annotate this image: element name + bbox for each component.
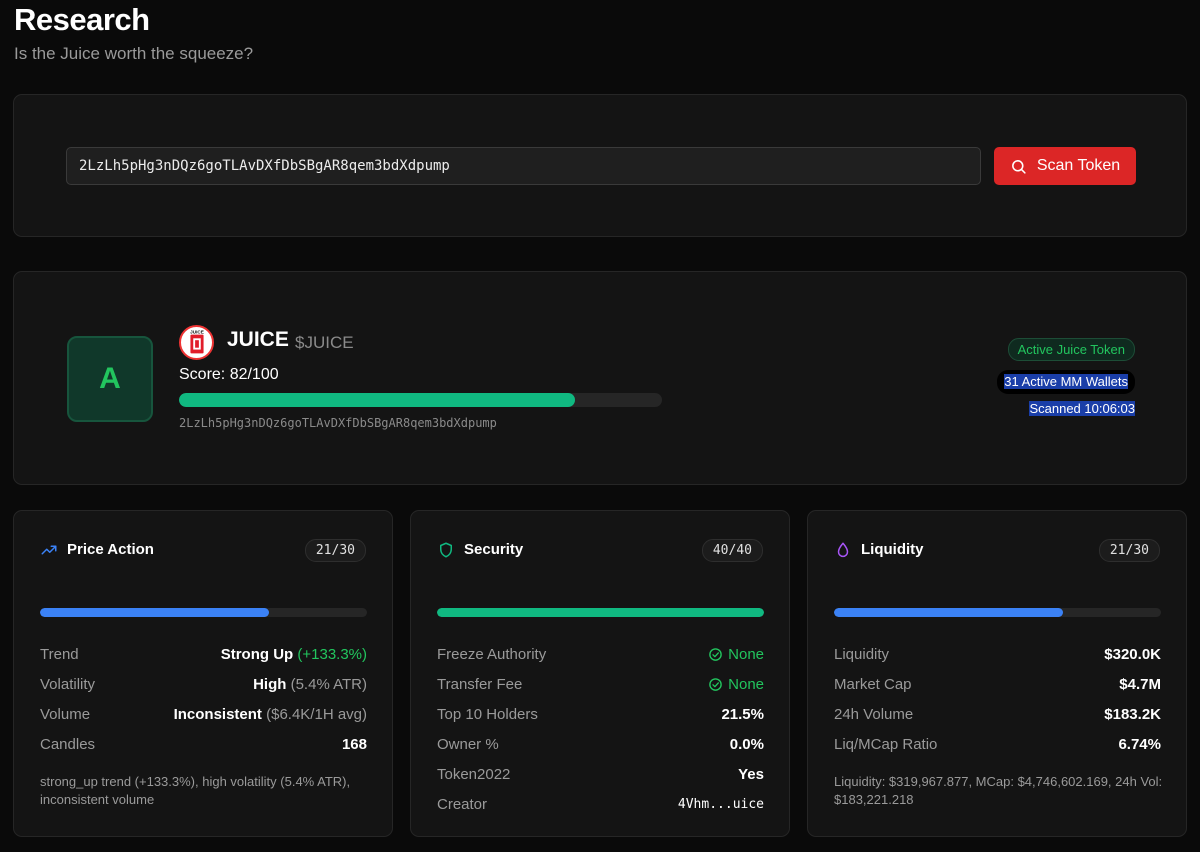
check-circle-icon xyxy=(709,647,722,661)
scanned-time-text: Scanned 10:06:03 xyxy=(1029,401,1135,416)
page-title: Research xyxy=(14,2,150,37)
price-action-title: Price Action xyxy=(67,541,154,558)
token2022-label: Token2022 xyxy=(437,765,511,783)
trend-value: Strong Up (+133.3%) xyxy=(220,645,367,663)
score-progress-bar xyxy=(179,393,662,407)
shield-icon xyxy=(440,542,452,558)
owner-percent-value: 0.0% xyxy=(729,735,764,753)
liquidity-rows: Liquidity $320.0K Market Cap $4.7M 24h V… xyxy=(834,639,1161,759)
price-action-score: 21/30 xyxy=(304,539,366,562)
security-rows: Freeze Authority None Transfer Fee None … xyxy=(437,639,764,819)
trending-up-icon xyxy=(41,545,57,555)
transfer-fee-value: None xyxy=(708,676,764,693)
volatility-value: High (5.4% ATR) xyxy=(253,675,367,693)
trend-row: Trend Strong Up (+133.3%) xyxy=(40,639,367,669)
freeze-authority-row: Freeze Authority None xyxy=(437,639,764,669)
volume-value: Inconsistent ($6.4K/1H avg) xyxy=(173,705,367,723)
creator-row: Creator 4Vhm...uice xyxy=(437,789,764,819)
creator-label: Creator xyxy=(437,795,488,813)
candles-label: Candles xyxy=(40,735,96,753)
search-card: Scan Token xyxy=(13,94,1187,237)
candles-row: Candles 168 xyxy=(40,729,367,759)
freeze-authority-label: Freeze Authority xyxy=(437,645,547,663)
transfer-fee-row: Transfer Fee None xyxy=(437,669,764,699)
grade-badge: A xyxy=(67,336,153,422)
security-card: Security 40/40 Freeze Authority None Tra… xyxy=(410,510,790,837)
market-cap-value: $4.7M xyxy=(1119,675,1161,693)
volume-row: Volume Inconsistent ($6.4K/1H avg) xyxy=(40,699,367,729)
scanned-time-badge: Scanned 10:06:03 xyxy=(1029,401,1135,416)
trend-label: Trend xyxy=(40,645,79,663)
volume-label: Volume xyxy=(40,705,91,723)
volume-24h-row: 24h Volume $183.2K xyxy=(834,699,1161,729)
owner-percent-row: Owner % 0.0% xyxy=(437,729,764,759)
top-holders-label: Top 10 Holders xyxy=(437,705,538,723)
creator-value[interactable]: 4Vhm...uice xyxy=(678,797,764,812)
scan-token-label: Scan Token xyxy=(1036,157,1121,174)
liquidity-value: $320.0K xyxy=(1104,645,1161,663)
price-action-note: strong_up trend (+133.3%), high volatili… xyxy=(40,774,351,807)
volatility-label: Volatility xyxy=(40,675,96,693)
volume-24h-value: $183.2K xyxy=(1104,705,1161,723)
price-action-progress-bar xyxy=(40,608,367,617)
mm-wallets-badge: 31 Active MM Wallets xyxy=(997,370,1135,394)
price-action-card: Price Action 21/30 Trend Strong Up (+133… xyxy=(13,510,393,837)
volume-detail: ($6.4K/1H avg) xyxy=(266,705,367,723)
token-address: 2LzLh5pHg3nDQz6goTLAvDXfDbSBgAR8qem3bdXd… xyxy=(179,416,497,430)
liq-mcap-ratio-label: Liq/MCap Ratio xyxy=(834,735,938,753)
droplet-icon xyxy=(837,542,849,558)
search-icon xyxy=(1011,159,1026,174)
token2022-value: Yes xyxy=(738,765,764,783)
check-circle-icon xyxy=(709,677,722,691)
score-label: Score: 82/100 xyxy=(179,366,279,383)
volatility-row: Volatility High (5.4% ATR) xyxy=(40,669,367,699)
price-action-rows: Trend Strong Up (+133.3%) Volatility Hig… xyxy=(40,639,367,759)
token-name: JUICE xyxy=(227,328,289,351)
liquidity-title: Liquidity xyxy=(861,541,924,558)
token-logo: JUICE xyxy=(179,325,214,360)
transfer-fee-label: Transfer Fee xyxy=(437,675,523,693)
token-summary-card: A JUICE JUICE $JUICE Score: 82/100 2LzLh… xyxy=(13,271,1187,485)
security-score: 40/40 xyxy=(701,539,763,562)
volume-24h-label: 24h Volume xyxy=(834,705,914,723)
trend-detail: (+133.3%) xyxy=(297,645,367,663)
liquidity-card: Liquidity 21/30 Liquidity $320.0K Market… xyxy=(807,510,1187,837)
token2022-row: Token2022 Yes xyxy=(437,759,764,789)
liquidity-progress-fill xyxy=(834,608,1063,617)
top-holders-row: Top 10 Holders 21.5% xyxy=(437,699,764,729)
svg-text:JUICE: JUICE xyxy=(190,329,204,334)
token-address-input[interactable] xyxy=(66,147,981,185)
liq-mcap-ratio-row: Liq/MCap Ratio 6.74% xyxy=(834,729,1161,759)
score-progress-fill xyxy=(179,393,576,407)
liquidity-row: Liquidity $320.0K xyxy=(834,639,1161,669)
liquidity-score: 21/30 xyxy=(1098,539,1160,562)
scan-token-button[interactable]: Scan Token xyxy=(994,147,1136,185)
token-symbol: $JUICE xyxy=(295,333,354,352)
freeze-authority-value: None xyxy=(708,646,764,663)
liquidity-progress-bar xyxy=(834,608,1161,617)
candles-value: 168 xyxy=(341,735,367,753)
volatility-detail: (5.4% ATR) xyxy=(290,675,367,693)
security-progress-fill xyxy=(437,608,764,617)
mm-wallets-text: 31 Active MM Wallets xyxy=(1004,374,1128,389)
security-title: Security xyxy=(464,541,524,558)
price-action-progress-fill xyxy=(40,608,269,617)
liquidity-label: Liquidity xyxy=(834,645,890,663)
market-cap-row: Market Cap $4.7M xyxy=(834,669,1161,699)
owner-percent-label: Owner % xyxy=(437,735,499,753)
active-token-badge: Active Juice Token xyxy=(1007,338,1135,361)
page-subtitle: Is the Juice worth the squeeze? xyxy=(14,44,254,63)
liquidity-note: Liquidity: $319,967.877, MCap: $4,746,60… xyxy=(834,774,1163,807)
top-holders-value: 21.5% xyxy=(721,705,764,723)
liq-mcap-ratio-value: 6.74% xyxy=(1118,735,1161,753)
security-progress-bar xyxy=(437,608,764,617)
market-cap-label: Market Cap xyxy=(834,675,912,693)
